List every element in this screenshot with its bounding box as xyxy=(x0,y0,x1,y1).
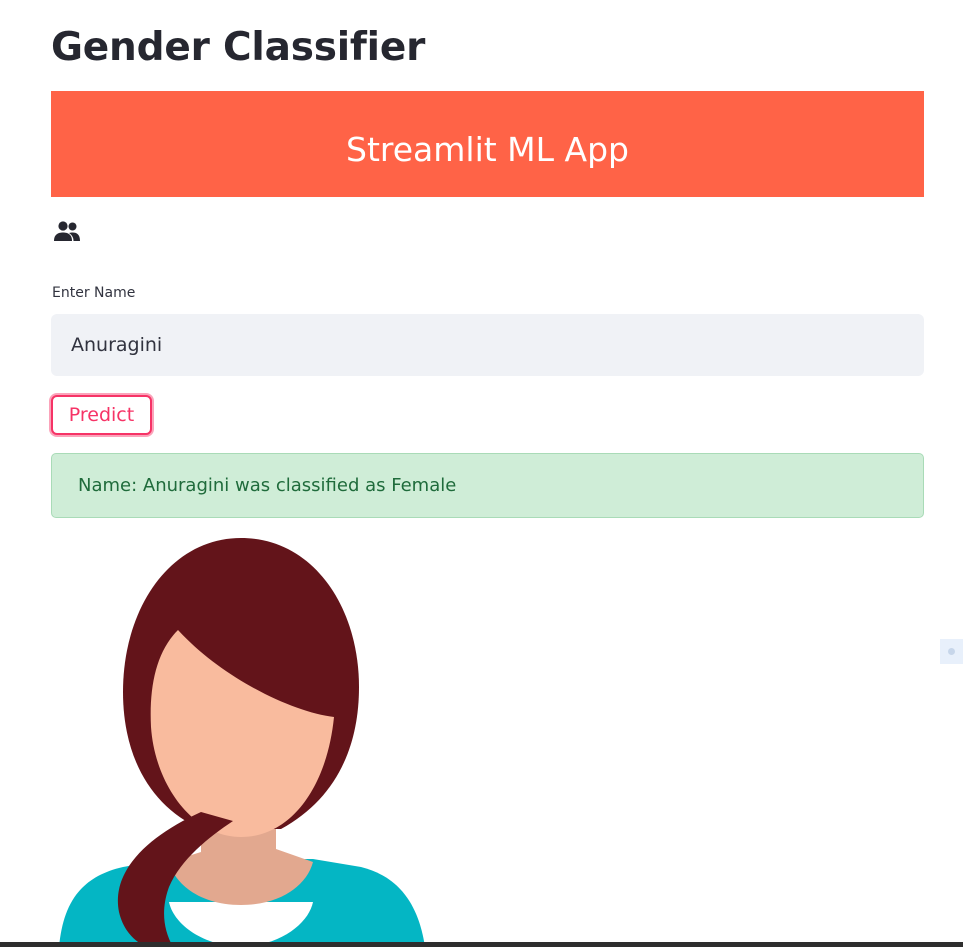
scroll-indicator[interactable] xyxy=(940,639,963,664)
predict-button[interactable]: Predict xyxy=(51,395,152,435)
result-success-alert: Name: Anuragini was classified as Female xyxy=(51,453,924,518)
people-icon xyxy=(54,221,80,241)
predict-button-label: Predict xyxy=(68,404,135,426)
banner-title: Streamlit ML App xyxy=(346,129,629,169)
name-input-label: Enter Name xyxy=(52,285,136,301)
name-input-value[interactable]: Anuragini xyxy=(71,334,162,356)
name-input[interactable]: Anuragini xyxy=(51,314,924,376)
bottom-edge-bar xyxy=(0,942,963,947)
result-message: Name: Anuragini was classified as Female xyxy=(78,475,457,496)
app-banner: Streamlit ML App xyxy=(51,91,924,197)
page-title: Gender Classifier xyxy=(51,25,426,70)
scroll-indicator-dot xyxy=(948,648,955,655)
female-avatar-icon xyxy=(59,538,425,947)
